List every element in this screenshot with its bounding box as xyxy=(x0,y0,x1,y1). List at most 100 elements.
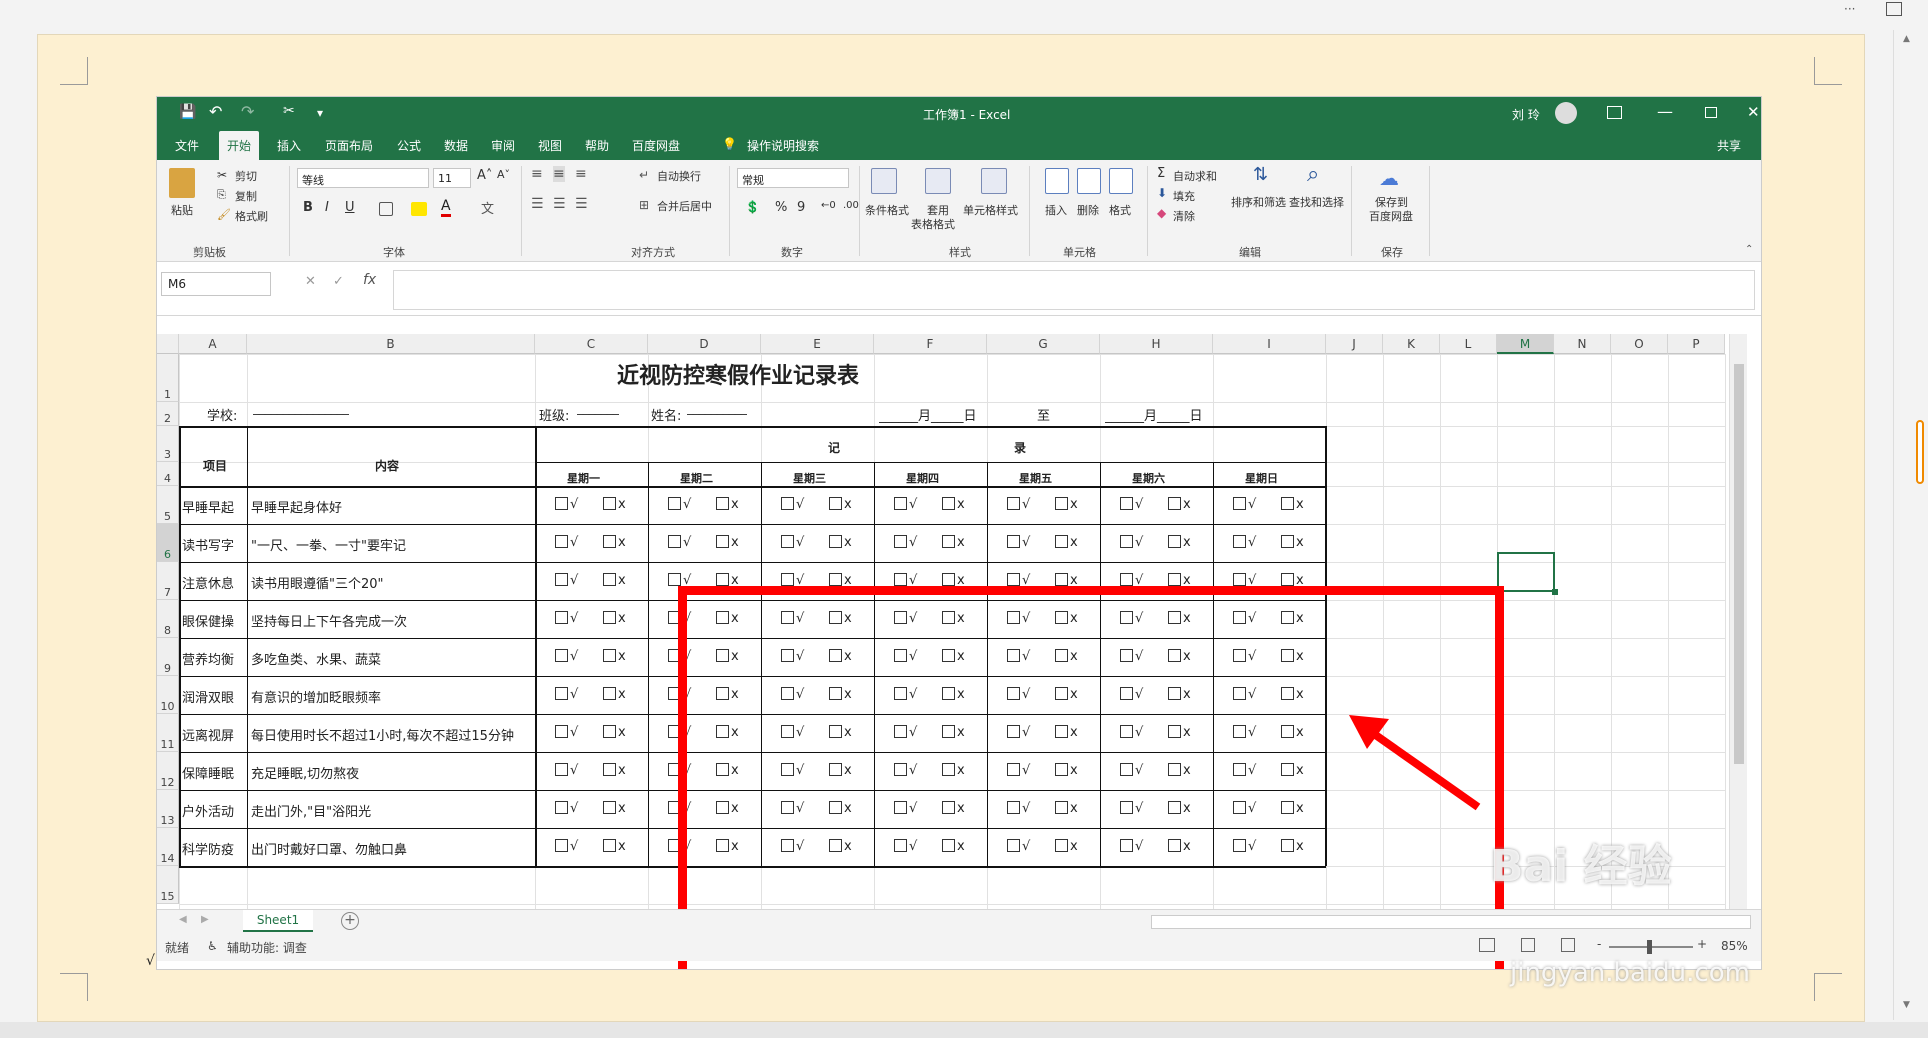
checkbox-square[interactable] xyxy=(716,573,729,586)
save-icon[interactable]: 💾 xyxy=(179,104,196,120)
checkbox-yes[interactable]: √ xyxy=(555,535,578,550)
checkbox-yes[interactable]: √ xyxy=(555,497,578,512)
sheet-scroll-thumb[interactable] xyxy=(1734,364,1744,764)
checkbox-square[interactable] xyxy=(603,687,616,700)
checkbox-square[interactable] xyxy=(668,497,681,510)
checkbox-square[interactable] xyxy=(781,497,794,510)
column-header[interactable]: O xyxy=(1611,334,1668,354)
more-icon[interactable]: ··· xyxy=(1844,2,1855,16)
insert-function-icon[interactable]: fx xyxy=(363,272,376,288)
qat-customize-icon[interactable]: ▾ xyxy=(317,106,323,120)
item-name[interactable]: 读书写字 xyxy=(182,535,246,554)
minimize-icon[interactable]: — xyxy=(1657,102,1673,121)
comma-button[interactable]: 9 xyxy=(797,200,805,215)
checkbox-square[interactable] xyxy=(603,649,616,662)
checkbox-no[interactable]: x xyxy=(942,535,965,550)
select-all-corner[interactable] xyxy=(157,334,179,354)
decrease-decimal-icon[interactable]: .00 xyxy=(843,200,859,211)
column-header[interactable]: G xyxy=(987,334,1100,354)
conditional-format-button[interactable]: 条件格式 xyxy=(865,202,909,218)
header-item[interactable]: 项目 xyxy=(203,457,227,474)
row-header[interactable]: 9 xyxy=(157,638,179,676)
tab-file[interactable]: 文件 xyxy=(175,137,199,154)
checkbox-yes[interactable]: √ xyxy=(555,763,578,778)
item-content[interactable]: 坚持每日上下午各完成一次 xyxy=(251,611,533,630)
tab-insert[interactable]: 插入 xyxy=(277,137,301,154)
align-left-icon[interactable]: ☰ xyxy=(531,196,544,212)
checkbox-square[interactable] xyxy=(603,763,616,776)
item-content[interactable]: 有意识的增加眨眼频率 xyxy=(251,687,533,706)
column-header[interactable]: J xyxy=(1326,334,1383,354)
checkbox-square[interactable] xyxy=(1168,573,1181,586)
checkbox-no[interactable]: x xyxy=(1168,497,1191,512)
header-content[interactable]: 内容 xyxy=(375,457,399,474)
checkbox-square[interactable] xyxy=(603,611,616,624)
insert-cells-button[interactable]: 插入 xyxy=(1045,202,1067,218)
font-name-dropdown[interactable]: 等线 xyxy=(297,168,429,188)
weekday-header[interactable]: 星期日 xyxy=(1245,470,1278,486)
checkbox-square[interactable] xyxy=(555,649,568,662)
save-to-netdisk-line2[interactable]: 百度网盘 xyxy=(1369,208,1413,224)
item-content[interactable]: 充足睡眠,切勿熬夜 xyxy=(251,763,533,782)
checkbox-no[interactable]: x xyxy=(829,535,852,550)
copy-button[interactable]: 复制 xyxy=(235,188,257,204)
checkbox-square[interactable] xyxy=(555,801,568,814)
checkbox-square[interactable] xyxy=(603,535,616,548)
checkbox-square[interactable] xyxy=(942,573,955,586)
column-header[interactable]: B xyxy=(247,334,535,354)
align-bottom-icon[interactable]: ≡ xyxy=(575,166,587,182)
document-vertical-scrollbar[interactable]: ▲ ▼ xyxy=(1893,30,1928,1020)
autosum-button[interactable]: 自动求和 xyxy=(1173,168,1217,184)
sheet-tab-sheet1[interactable]: Sheet1 xyxy=(243,910,313,932)
checkbox-square[interactable] xyxy=(716,497,729,510)
format-cells-button[interactable]: 格式 xyxy=(1109,202,1131,218)
checkbox-square[interactable] xyxy=(829,573,842,586)
checkbox-square[interactable] xyxy=(942,497,955,510)
checkbox-square[interactable] xyxy=(781,573,794,586)
format-as-table-button-line2[interactable]: 表格格式 xyxy=(911,216,955,232)
checkbox-yes[interactable]: √ xyxy=(555,573,578,588)
tab-data[interactable]: 数据 xyxy=(444,137,468,154)
align-middle-icon[interactable]: ≡ xyxy=(553,166,565,182)
item-name[interactable]: 早睡早起 xyxy=(182,497,246,516)
name-box[interactable]: M6 xyxy=(161,272,271,296)
checkbox-square[interactable] xyxy=(668,535,681,548)
column-header[interactable]: H xyxy=(1100,334,1213,354)
avatar[interactable] xyxy=(1555,102,1577,124)
checkbox-square[interactable] xyxy=(555,763,568,776)
item-content[interactable]: 每日使用时长不超过1小时,每次不超过15分钟 xyxy=(251,725,533,744)
column-header[interactable]: C xyxy=(535,334,648,354)
scissors-icon[interactable]: ✂ xyxy=(283,103,295,119)
checkbox-square[interactable] xyxy=(668,573,681,586)
checkbox-no[interactable]: x xyxy=(603,497,626,512)
checkbox-square[interactable] xyxy=(942,535,955,548)
wrap-text-button[interactable]: 自动换行 xyxy=(657,168,701,184)
checkbox-yes[interactable]: √ xyxy=(1233,497,1256,512)
item-content[interactable]: 出门时戴好口罩、勿触口鼻 xyxy=(251,839,533,858)
item-content[interactable]: 多吃鱼类、水果、蔬菜 xyxy=(251,649,533,668)
header-ji[interactable]: 记 xyxy=(828,439,840,456)
checkbox-yes[interactable]: √ xyxy=(555,611,578,626)
checkbox-no[interactable]: x xyxy=(603,573,626,588)
add-sheet-button[interactable]: + xyxy=(341,912,359,930)
checkbox-square[interactable] xyxy=(555,611,568,624)
cancel-icon[interactable]: ✕ xyxy=(305,274,316,289)
align-right-icon[interactable]: ☰ xyxy=(575,196,588,212)
weekday-header[interactable]: 星期五 xyxy=(1019,470,1052,486)
font-color-icon[interactable]: A xyxy=(441,198,451,217)
checkbox-no[interactable]: x xyxy=(603,763,626,778)
name-label[interactable]: 姓名: xyxy=(651,405,681,424)
scroll-up-icon[interactable]: ▲ xyxy=(1903,34,1910,44)
fill-color-icon[interactable] xyxy=(411,202,427,216)
item-name[interactable]: 保障睡眠 xyxy=(182,763,246,782)
find-select-button[interactable]: 查找和选择 xyxy=(1289,194,1344,210)
checkbox-no[interactable]: x xyxy=(603,801,626,816)
font-size-dropdown[interactable]: 11 xyxy=(433,168,471,188)
italic-button[interactable]: I xyxy=(325,200,329,215)
row-header[interactable]: 10 xyxy=(157,676,179,714)
weekday-header[interactable]: 星期四 xyxy=(906,470,939,486)
row-header[interactable]: 7 xyxy=(157,562,179,600)
increase-decimal-icon[interactable]: ←0 xyxy=(821,200,836,211)
horizontal-scrollbar[interactable] xyxy=(1151,915,1751,929)
sheet-title[interactable]: 近视防控寒假作业记录表 xyxy=(617,358,859,390)
